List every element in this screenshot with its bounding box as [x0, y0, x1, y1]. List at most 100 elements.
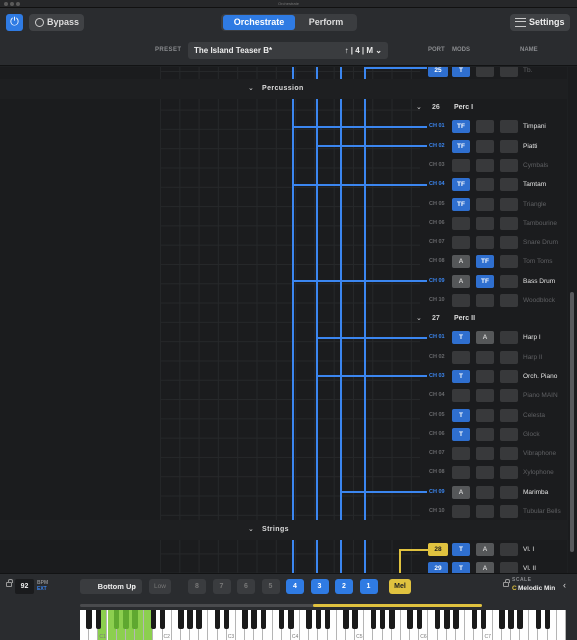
mod-button[interactable]	[476, 197, 494, 211]
mod-button[interactable]: TF	[452, 178, 470, 192]
channel-label[interactable]: CH 07	[429, 233, 445, 252]
scale-key[interactable]: C	[512, 585, 517, 592]
mod-button[interactable]	[452, 505, 470, 518]
mod-button[interactable]	[452, 466, 470, 480]
channel-label[interactable]: CH 08	[429, 252, 445, 271]
mod-button[interactable]	[452, 447, 470, 461]
mod-button[interactable]: T	[452, 67, 470, 77]
mod-button[interactable]	[500, 67, 518, 77]
mod-button[interactable]: T	[452, 562, 470, 573]
black-key[interactable]	[407, 610, 413, 629]
black-key[interactable]	[499, 610, 505, 629]
black-key[interactable]	[251, 610, 257, 629]
channel-label[interactable]: CH 09	[429, 272, 445, 291]
mod-button[interactable]	[500, 274, 518, 288]
voice-button-7[interactable]: 7	[212, 579, 231, 594]
mod-button[interactable]	[452, 350, 470, 364]
black-key[interactable]	[544, 610, 551, 629]
black-key[interactable]	[288, 610, 294, 629]
channel-label[interactable]: CH 02	[429, 348, 445, 367]
range-slider-fill[interactable]	[313, 604, 482, 607]
mod-button[interactable]	[500, 466, 518, 480]
bypass-button[interactable]: Bypass	[29, 14, 84, 31]
mod-button[interactable]	[500, 158, 518, 172]
black-key[interactable]	[278, 610, 285, 629]
mod-button[interactable]	[500, 294, 518, 307]
channel-label[interactable]: CH 07	[429, 444, 445, 463]
mod-button[interactable]: TF	[452, 197, 470, 211]
black-key[interactable]	[113, 610, 120, 629]
black-key[interactable]	[242, 610, 248, 629]
channel-label[interactable]: CH 01	[429, 328, 445, 347]
voice-button-1[interactable]: 1	[359, 579, 378, 594]
mod-button[interactable]: A	[452, 485, 470, 499]
mod-button[interactable]	[452, 236, 470, 250]
mod-button[interactable]	[476, 389, 494, 403]
mod-button[interactable]	[500, 120, 518, 134]
channel-label[interactable]: CH 10	[429, 291, 445, 310]
mod-button[interactable]	[500, 447, 518, 461]
mod-button[interactable]	[452, 216, 470, 230]
black-key[interactable]	[517, 610, 523, 629]
mod-button[interactable]: T	[452, 331, 470, 345]
black-key[interactable]	[150, 610, 157, 629]
voice-button-4[interactable]: 4	[286, 579, 304, 594]
mod-button[interactable]	[476, 408, 494, 422]
voice-button-3[interactable]: 3	[310, 579, 329, 594]
mod-button[interactable]	[476, 236, 494, 250]
voice-button-6[interactable]: 6	[237, 579, 255, 594]
black-key[interactable]	[370, 610, 377, 629]
power-button[interactable]: ⏻	[6, 14, 23, 31]
mod-button[interactable]	[476, 67, 494, 77]
voicing-select[interactable]: Bottom Up ↑	[80, 579, 142, 594]
black-key[interactable]	[214, 610, 221, 629]
channel-label[interactable]: CH 05	[429, 195, 445, 214]
black-key[interactable]	[86, 610, 92, 629]
channel-label[interactable]: CH 03	[429, 156, 445, 175]
mod-button[interactable]	[476, 505, 494, 518]
black-key[interactable]	[306, 610, 312, 629]
mod-button[interactable]	[500, 427, 518, 441]
mod-button[interactable]	[500, 562, 518, 573]
mod-button[interactable]: A	[452, 274, 470, 288]
low-button[interactable]: Low	[149, 579, 171, 594]
scale-value[interactable]: Melodic Min	[518, 585, 555, 592]
mod-button[interactable]	[452, 389, 470, 403]
black-key[interactable]	[471, 610, 478, 629]
section-percussion[interactable]: ⌄ Percussion	[0, 79, 567, 99]
mod-button[interactable]	[476, 294, 494, 307]
mod-button[interactable]	[500, 197, 518, 211]
mod-button[interactable]	[452, 294, 470, 307]
scrollbar-thumb[interactable]	[570, 292, 574, 552]
mod-button[interactable]: TF	[452, 139, 470, 153]
tab-orchestrate[interactable]: Orchestrate	[223, 15, 295, 30]
mod-button[interactable]: T	[452, 543, 470, 556]
mod-button[interactable]: TF	[476, 255, 494, 269]
mod-button[interactable]	[476, 178, 494, 192]
lock-icon[interactable]	[6, 579, 13, 587]
channel-label[interactable]: CH 09	[429, 483, 445, 502]
channel-label[interactable]: CH 06	[429, 214, 445, 233]
mod-button[interactable]	[500, 505, 518, 518]
chevron-left-icon[interactable]: ‹	[563, 580, 566, 590]
port-badge[interactable]: 25	[428, 67, 448, 77]
mod-button[interactable]: A	[476, 331, 494, 345]
channel-label[interactable]: CH 04	[429, 175, 445, 194]
mod-button[interactable]: TF	[452, 120, 470, 134]
mel-button[interactable]: Mel	[389, 579, 411, 594]
black-key[interactable]	[444, 610, 450, 629]
voice-button-2[interactable]: 2	[335, 579, 353, 594]
channel-label[interactable]: CH 02	[429, 137, 445, 156]
range-slider[interactable]	[80, 604, 482, 607]
mod-button[interactable]	[500, 331, 518, 345]
mod-button[interactable]: A	[476, 543, 494, 556]
black-key[interactable]	[343, 610, 349, 629]
channel-label[interactable]: CH 04	[429, 386, 445, 405]
mod-button[interactable]	[476, 350, 494, 364]
black-key[interactable]	[260, 610, 267, 629]
black-key[interactable]	[508, 610, 514, 629]
group-header[interactable]: ⌄ 26 Perc I	[0, 98, 567, 117]
channel-label[interactable]: CH 01	[429, 117, 445, 136]
piano-keyboard[interactable]: C1 C2 C3 C4 C5 C6 C7	[80, 610, 566, 640]
black-key[interactable]	[159, 610, 166, 629]
